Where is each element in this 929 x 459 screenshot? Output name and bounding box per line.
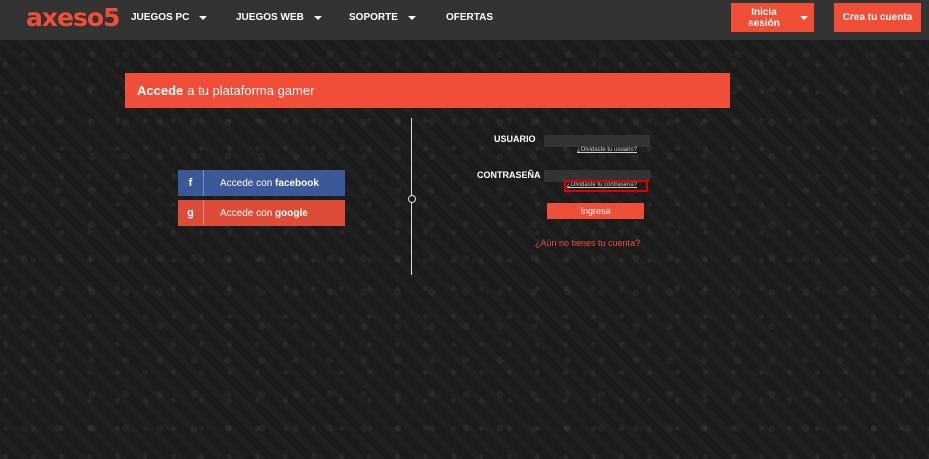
login-dropdown-label: Inicia sesión	[748, 6, 780, 29]
nav-ofertas[interactable]: OFERTAS	[446, 12, 493, 23]
nav-soporte-label: SOPORTE	[349, 12, 398, 23]
facebook-icon: f	[178, 170, 204, 196]
facebook-brand: facebook	[275, 177, 319, 189]
nav-juegos-pc-label: JUEGOS PC	[131, 12, 190, 23]
login-title-bold: Accede	[137, 83, 184, 98]
google-icon: g	[178, 200, 204, 226]
nav-soporte[interactable]: SOPORTE	[349, 12, 416, 23]
google-login-label: Accede con google	[204, 208, 308, 219]
username-input[interactable]	[544, 135, 650, 147]
google-login-button[interactable]: g Accede con google	[178, 200, 345, 226]
facebook-login-prefix: Accede con	[220, 177, 273, 189]
login-dropdown-button[interactable]: Inicia sesión	[731, 3, 814, 32]
nav-juegos-web[interactable]: JUEGOS WEB	[236, 12, 322, 23]
chevron-down-icon	[313, 15, 322, 20]
login-submit-button[interactable]: Ingresa	[547, 203, 644, 219]
chevron-down-icon	[199, 15, 208, 20]
google-login-prefix: Accede con	[220, 207, 273, 219]
login-panel-header: Accede a tu plataforma gamer	[125, 73, 730, 108]
chevron-down-icon	[800, 15, 808, 20]
google-brand: google	[275, 207, 308, 219]
password-label: CONTRASEÑA	[477, 170, 541, 180]
facebook-login-button[interactable]: f Accede con facebook	[178, 170, 345, 196]
top-navbar: axeso5 JUEGOS PC JUEGOS WEB SOPORTE OFER…	[0, 0, 929, 40]
nav-ofertas-label: OFERTAS	[446, 12, 494, 23]
login-title-rest: a tu plataforma gamer	[187, 83, 315, 98]
create-account-label: Crea tu cuenta	[842, 12, 913, 23]
username-label: USUARIO	[494, 134, 536, 144]
divider-circle-icon	[408, 195, 416, 203]
nav-juegos-pc[interactable]: JUEGOS PC	[131, 12, 208, 23]
site-logo[interactable]: axeso5	[26, 3, 120, 32]
nav-juegos-web-label: JUEGOS WEB	[236, 12, 304, 23]
chevron-down-icon	[407, 15, 416, 20]
forgot-username-link[interactable]: ¿Olvidaste tu usuario?	[577, 147, 637, 153]
facebook-login-label: Accede con facebook	[204, 178, 319, 189]
forgot-password-highlight	[564, 180, 648, 192]
create-account-button[interactable]: Crea tu cuenta	[834, 3, 921, 32]
register-link[interactable]: ¿Aún no tienes tu cuenta?	[535, 238, 640, 248]
